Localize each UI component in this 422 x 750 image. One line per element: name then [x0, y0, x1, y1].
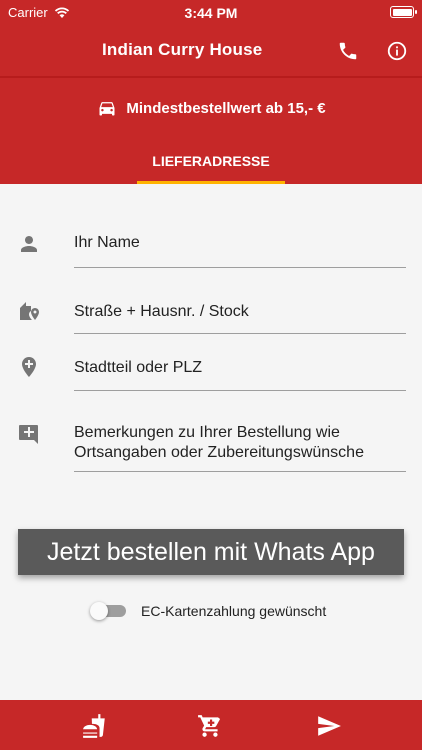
- tab-delivery-address[interactable]: LIEFERADRESSE: [137, 136, 285, 184]
- ec-payment-toggle[interactable]: [90, 602, 128, 620]
- tab-indicator: [137, 181, 285, 184]
- phone-icon: [339, 42, 357, 60]
- cart-icon: [198, 715, 221, 737]
- toggle-thumb: [90, 602, 108, 620]
- header: Mindestbestellwert ab 15,- € LIEFERADRES…: [0, 76, 422, 184]
- clock: 3:44 PM: [184, 5, 238, 21]
- fastfood-icon: [83, 714, 105, 738]
- person-icon: [21, 236, 37, 252]
- status-bar: Carrier 3:44 PM: [0, 0, 422, 26]
- notes-field[interactable]: Bemerkungen zu Ihrer Bestellung wie Orts…: [74, 423, 406, 472]
- app-title: Indian Curry House: [102, 40, 263, 59]
- nav-send[interactable]: [316, 713, 342, 739]
- street-field[interactable]: Straße + Hausnr. / Stock: [74, 302, 406, 334]
- call-button[interactable]: [333, 36, 363, 66]
- add-location-icon: [22, 357, 36, 377]
- bottom-nav: [0, 700, 422, 750]
- car-icon: [99, 102, 115, 116]
- add-comment-icon: [19, 425, 38, 444]
- send-icon: [318, 716, 341, 736]
- whatsapp-order-button[interactable]: Jetzt bestellen mit Whats App: [18, 529, 404, 575]
- district-field[interactable]: Stadtteil oder PLZ: [74, 358, 406, 391]
- app-bar: Indian Curry House: [0, 26, 422, 76]
- info-icon: [387, 41, 407, 61]
- ec-payment-label: EC-Kartenzahlung gewünscht: [141, 603, 327, 619]
- min-order-text: Mindestbestellwert ab 15,- €: [126, 99, 326, 117]
- nav-cart[interactable]: [197, 713, 223, 739]
- ec-payment-row: EC-Kartenzahlung gewünscht: [0, 598, 422, 624]
- battery-icon: [390, 6, 417, 18]
- min-order-info: Mindestbestellwert ab 15,- €: [0, 98, 422, 118]
- person-pin-icon: [20, 302, 39, 320]
- info-button[interactable]: [382, 36, 412, 66]
- notes-line-2: Ortsangaben oder Zubereitungswünsche: [74, 444, 364, 461]
- notes-line-1: Bemerkungen zu Ihrer Bestellung wie: [74, 424, 340, 441]
- name-field[interactable]: Ihr Name: [74, 233, 406, 268]
- nav-menu[interactable]: [82, 713, 108, 739]
